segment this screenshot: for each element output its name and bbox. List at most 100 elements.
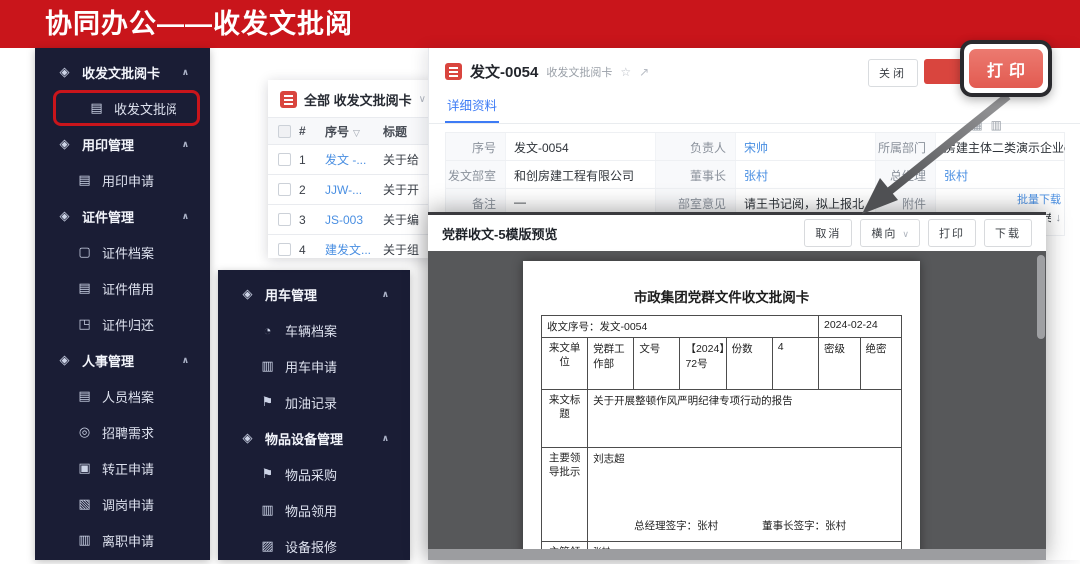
preview-bottom-bar <box>428 549 1046 560</box>
table-header-row: # 序号▽ 标题 <box>268 117 434 144</box>
row-checkbox[interactable] <box>278 153 291 166</box>
chairman-link[interactable]: 张村 <box>736 161 876 188</box>
sidebar-group[interactable]: ◈ 用印管理 ∧ <box>41 126 204 162</box>
doc-number-label: 文号 <box>634 338 680 390</box>
download-icon[interactable]: ↓ <box>1056 212 1062 224</box>
record-table: # 序号▽ 标题 1 发文 -... 关于给 2 JJW-... 关于开 <box>268 117 434 258</box>
sidebar-item[interactable]: ▤ 人员档案 <box>41 378 204 414</box>
cancel-button[interactable]: 取消 <box>804 219 852 247</box>
table-row[interactable]: 1 发文 -... 关于给 <box>268 144 434 174</box>
flag-icon: ⚑ <box>259 466 276 482</box>
sidebar-group[interactable]: ◈ 收发文批阅卡 ∧ <box>41 54 204 90</box>
preview-scrollbar[interactable] <box>1037 255 1045 339</box>
target-icon: ◎ <box>76 424 93 440</box>
sidebar-item-label: 收发文批阅卡 <box>82 63 160 82</box>
field-value: 房建主体二类演示企业cloud0 <box>936 133 1065 160</box>
sidebar-item[interactable]: ▣ 转正申请 <box>41 450 204 486</box>
record-id: 发文-0054 <box>470 61 538 82</box>
print-button-magnified[interactable]: 打印 <box>969 49 1043 88</box>
doc-leader-cell: 刘志超 总经理签字：张村 董事长签字：张村 <box>588 448 902 542</box>
sidebar-item-label: 调岗申请 <box>102 495 154 514</box>
sidebar-item[interactable]: ▥ 用车申请 <box>224 348 404 384</box>
list-title[interactable]: 全部 收发文批阅卡 <box>304 90 412 109</box>
doc-chairman-sign: 董事长签字：张村 <box>762 518 846 533</box>
modal-title: 党群收文-5模版预览 <box>442 224 796 243</box>
chevron-down-icon[interactable]: ∨ <box>419 94 426 105</box>
star-icon[interactable]: ☆ <box>620 65 631 79</box>
record-link[interactable]: 建发文... <box>325 241 383 258</box>
columns-icon[interactable]: ▥ <box>991 118 1010 132</box>
sidebar-item-label: 人事管理 <box>82 351 134 370</box>
table-row[interactable]: 3 JS-003 关于编 <box>268 204 434 234</box>
page-banner: 协同办公——收发文批阅 <box>0 0 1080 48</box>
external-link-icon[interactable]: ↗ <box>639 65 649 79</box>
table-row[interactable]: 2 JJW-... 关于开 <box>268 174 434 204</box>
document-card-icon: ▤ <box>88 100 105 116</box>
chevron-up-icon[interactable]: ∧ <box>182 139 189 150</box>
row-index: 4 <box>299 243 325 257</box>
owner-link[interactable]: 宋帅 <box>736 133 876 160</box>
sidebar-item[interactable]: ◎ 招聘需求 <box>41 414 204 450</box>
doc-copies: 4 <box>772 338 818 390</box>
document-card-icon: ▤ <box>76 280 93 296</box>
tab-details[interactable]: 详细资料 <box>445 91 499 123</box>
doc-title-label: 来文标题 <box>542 390 588 448</box>
select-all-checkbox[interactable] <box>278 125 291 138</box>
sidebar-item[interactable]: ◳ 证件归还 <box>41 306 204 342</box>
modal-print-button[interactable]: 打印 <box>928 219 976 247</box>
sidebar-item[interactable]: ▥ 物品领用 <box>224 492 404 528</box>
chevron-up-icon[interactable]: ∧ <box>182 355 189 366</box>
sidebar-group[interactable]: ◈ 证件管理 ∧ <box>41 198 204 234</box>
field-label: 总经理 <box>876 161 936 188</box>
sidebar-item[interactable]: ▤ 收发文批阅卡 <box>53 90 200 126</box>
sidebar-item[interactable]: ⚑ 物品采购 <box>224 456 404 492</box>
field-value: 和创房建工程有限公司 <box>506 161 656 188</box>
sidebar-item[interactable]: ▧ 调岗申请 <box>41 486 204 522</box>
sidebar-item[interactable]: ⚑ 加油记录 <box>224 384 404 420</box>
chevron-up-icon[interactable]: ∧ <box>382 289 389 300</box>
sidebar-item[interactable]: ▢ 证件档案 <box>41 234 204 270</box>
chevron-up-icon[interactable]: ∧ <box>182 67 189 78</box>
row-index: 2 <box>299 183 325 197</box>
table-row[interactable]: 4 建发文... 关于组 <box>268 234 434 258</box>
record-link[interactable]: JJW-... <box>325 183 383 197</box>
sidebar-item[interactable]: ▥ 离职申请 <box>41 522 204 558</box>
sidebar-item[interactable]: ▨ 设备报修 <box>224 528 404 564</box>
modal-download-button[interactable]: 下载 <box>984 219 1032 247</box>
sidebar-item-label: 用印申请 <box>102 171 154 190</box>
document-icon <box>280 91 297 108</box>
sidebar-group[interactable]: ◈ 物品设备管理 ∧ <box>224 420 404 456</box>
sidebar-group[interactable]: ◈ 人事管理 ∧ <box>41 342 204 378</box>
field-label: 董事长 <box>656 161 736 188</box>
column-serial: 序号▽ <box>325 123 383 140</box>
field-label: 所属部门 <box>876 133 936 160</box>
filter-icon[interactable]: ▽ <box>353 128 360 138</box>
field-label: 发文部室 <box>446 161 506 188</box>
close-button[interactable]: 关闭 <box>868 59 918 87</box>
gm-link[interactable]: 张村 <box>936 161 1065 188</box>
sidebar-item-label: 用车申请 <box>285 357 337 376</box>
row-checkbox[interactable] <box>278 243 291 256</box>
grid-icon[interactable]: ▦ <box>971 118 990 132</box>
row-checkbox[interactable] <box>278 183 291 196</box>
orientation-select[interactable]: 横向 ∨ <box>860 219 920 247</box>
sidebar-item-label: 车辆档案 <box>285 321 337 340</box>
sidebar-item-label: 证件归还 <box>102 315 154 334</box>
sidebar-item[interactable]: ▤ 证件借用 <box>41 270 204 306</box>
preview-area: 市政集团党群文件收文批阅卡 收文序号：发文-0054 2024-02-24 来文… <box>428 251 1046 560</box>
batch-download-link[interactable]: 批量下载 <box>940 191 1061 207</box>
sidebar-item-label: 设备报修 <box>285 537 337 556</box>
sidebar-item[interactable]: ▤ 用印申请 <box>41 162 204 198</box>
sidebar-item-label: 用车管理 <box>265 285 317 304</box>
sidebar-item[interactable]: ◔ 车辆档案 <box>224 312 404 348</box>
row-index: 1 <box>299 153 325 167</box>
sidebar-group[interactable]: ◈ 用车管理 ∧ <box>224 276 404 312</box>
chevron-up-icon[interactable]: ∧ <box>182 211 189 222</box>
row-checkbox[interactable] <box>278 213 291 226</box>
record-link[interactable]: JS-003 <box>325 213 383 227</box>
column-title: 标题 <box>383 123 434 140</box>
document-page: 市政集团党群文件收文批阅卡 收文序号：发文-0054 2024-02-24 来文… <box>523 261 920 560</box>
layers-icon: ◈ <box>56 208 73 224</box>
record-link[interactable]: 发文 -... <box>325 151 383 168</box>
chevron-up-icon[interactable]: ∧ <box>382 433 389 444</box>
